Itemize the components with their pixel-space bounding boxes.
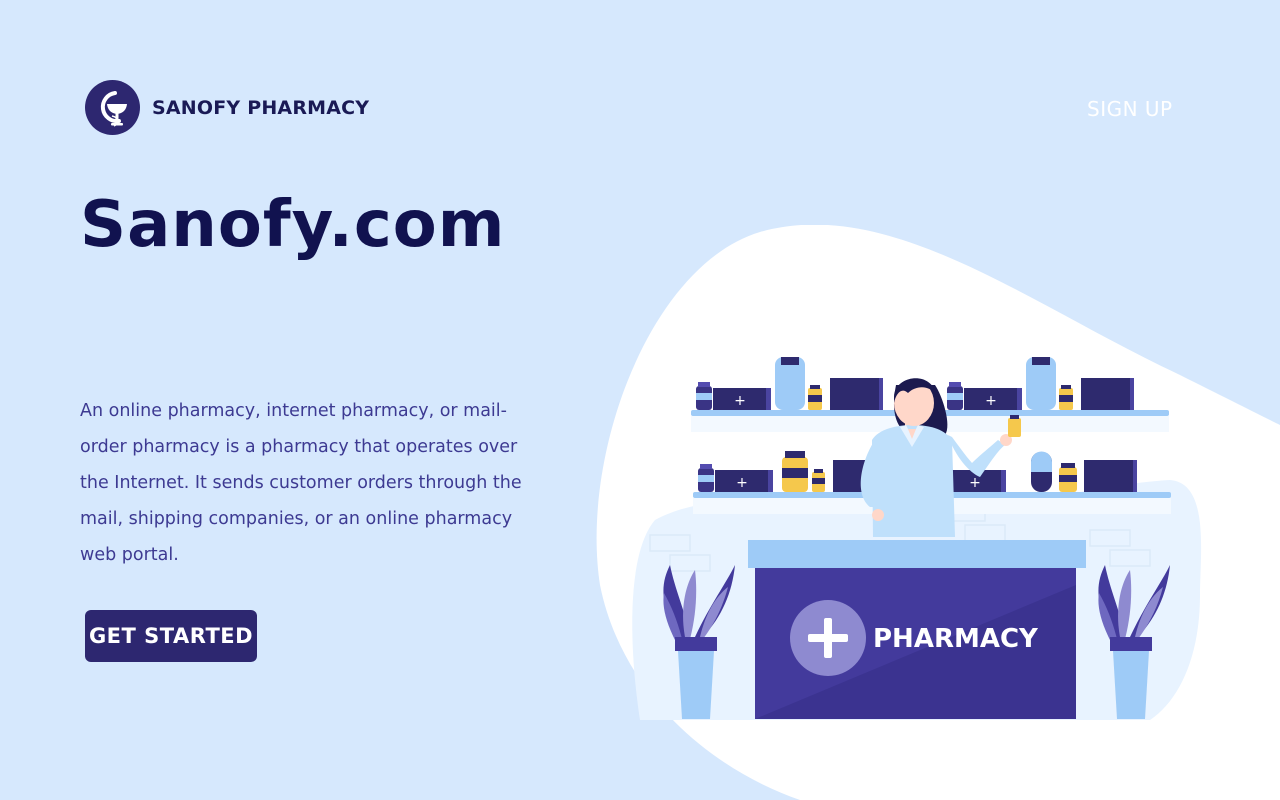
medicine-box-plus: + [713,388,771,410]
medicine-box-dark-2 [1081,378,1134,410]
svg-text:+: + [985,393,997,409]
medicine-jar-small [696,382,712,410]
medicine-jar-yellow-2 [1059,385,1073,410]
medicine-box-plus-3: + [715,470,773,492]
brand-name: SANOFY PHARMACY [152,96,370,119]
hero-title: Sanofy.com [80,188,506,262]
hero-description: An online pharmacy, internet pharmacy, o… [80,401,522,565]
signup-link[interactable]: SIGN UP [1087,97,1173,121]
svg-text:+: + [969,475,981,491]
medicine-jar-small-3 [698,464,714,492]
pharmacy-logo-icon [85,80,140,135]
pharmacy-counter: PHARMACY [748,540,1086,719]
medicine-bottle-tall [775,357,805,410]
medicine-jar-yellow-large [782,451,808,492]
get-started-button[interactable]: GET STARTED [85,610,257,662]
medicine-box-dark [830,378,883,410]
medicine-bottle-tall-2 [1026,357,1056,410]
brand-logo[interactable]: SANOFY PHARMACY [85,80,369,135]
pharmacy-illustration: + + + + PHARMACY [596,225,1280,800]
medicine-jar-yellow [808,385,822,410]
medicine-jar-small-2 [947,382,963,410]
capsule-icon [1031,451,1052,492]
medicine-jar-yellow-4 [1059,463,1077,492]
counter-label: PHARMACY [873,624,1039,654]
svg-text:+: + [734,393,746,409]
medicine-jar-yellow-3 [812,469,825,492]
medicine-box-dark-4 [1084,460,1137,492]
svg-text:+: + [736,475,748,491]
medicine-box-plus-2: + [964,388,1022,410]
